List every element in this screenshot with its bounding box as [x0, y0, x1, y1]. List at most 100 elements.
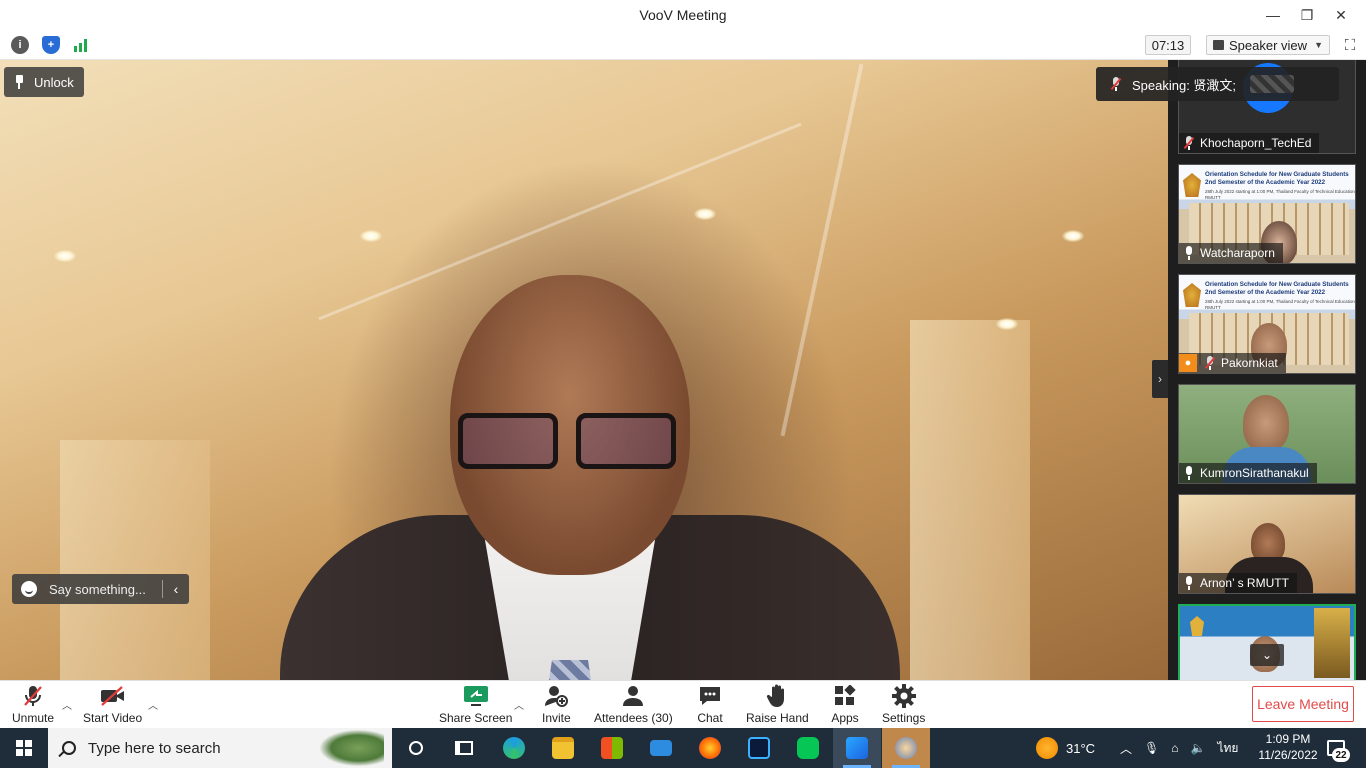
firefox-icon [699, 737, 721, 759]
windows-taskbar: Type here to search 31°C ︿ 🎙 ⌂ 🔈 ไทย 1:0… [0, 728, 1366, 768]
raise-hand-label: Raise Hand [746, 711, 809, 725]
slide-title: Orientation Schedule for New Graduate St… [1205, 171, 1349, 186]
volume-icon[interactable]: 🔈 [1191, 741, 1206, 755]
unmute-button[interactable]: Unmute [12, 684, 54, 725]
invite-label: Invite [542, 711, 571, 725]
invite-button[interactable]: Invite [542, 684, 571, 725]
store-icon [601, 737, 623, 759]
chat-placeholder[interactable]: Say something... [49, 582, 146, 597]
participant-name: KumronSirathanakul [1200, 466, 1309, 480]
signal-icon[interactable] [72, 36, 90, 54]
info-icon[interactable]: i [11, 36, 29, 54]
unmute-label: Unmute [12, 711, 55, 725]
settings-button[interactable]: Settings [882, 684, 925, 725]
add-user-icon [542, 684, 570, 708]
chevron-up-icon[interactable]: ︿ [148, 697, 158, 712]
close-button[interactable]: ✕ [1324, 0, 1358, 30]
search-icon [62, 741, 76, 755]
user-icon [619, 684, 647, 708]
attendees-button[interactable]: Attendees (30) [594, 684, 673, 725]
participant-tile[interactable]: KumronSirathanakul [1178, 384, 1356, 484]
weather-widget[interactable]: 31°C [1036, 728, 1095, 768]
chevron-up-icon[interactable]: ︿ [62, 697, 72, 712]
university-logo-icon [1183, 173, 1201, 197]
minimize-button[interactable]: — [1256, 0, 1290, 30]
edge-icon [503, 737, 525, 759]
start-button[interactable] [0, 728, 48, 768]
start-video-button[interactable]: Start Video [83, 684, 142, 725]
university-logo-icon [1190, 616, 1204, 636]
participant-tile[interactable]: ⌄ [1178, 604, 1356, 680]
weather-temp: 31°C [1066, 740, 1096, 756]
taskbar-app-store[interactable] [588, 728, 636, 768]
chevron-down-icon[interactable]: ⌄ [1250, 644, 1284, 666]
participant-name: Khochaporn_TechEd [1200, 136, 1312, 150]
raise-hand-button[interactable]: Raise Hand [746, 684, 809, 725]
restore-button[interactable]: ❐ [1290, 0, 1324, 30]
cortana-icon [409, 741, 423, 755]
notification-count: 22 [1332, 748, 1350, 762]
collapse-sidebar-button[interactable]: › [1152, 360, 1168, 398]
window-controls: — ❐ ✕ [1256, 0, 1366, 30]
mic-muted-icon [1183, 136, 1195, 150]
participant-name-bar: KumronSirathanakul [1179, 463, 1317, 483]
shield-icon[interactable]: + [42, 36, 60, 54]
unlock-label: Unlock [34, 74, 74, 90]
participant-tile[interactable]: Orientation Schedule for New Graduate St… [1178, 164, 1356, 264]
chevron-up-icon[interactable]: ︿ [514, 697, 524, 712]
search-placeholder[interactable]: Type here to search [88, 740, 221, 757]
meeting-icon [895, 737, 917, 759]
window-titlebar: VooV Meeting — ❐ ✕ [0, 0, 1366, 30]
participant-name: Watcharaporn [1200, 246, 1275, 260]
chat-input-bar[interactable]: Say something... ‹ [12, 574, 189, 604]
folder-icon [552, 737, 574, 759]
chat-button[interactable]: Chat [696, 684, 724, 725]
ceiling-light [1062, 230, 1084, 242]
windows-icon [16, 740, 32, 756]
taskbar-app-voov[interactable] [833, 728, 881, 768]
settings-label: Settings [882, 711, 926, 725]
search-highlight-image [320, 730, 384, 766]
taskbar-app-explorer[interactable] [539, 728, 587, 768]
slide-subtitle: 28th July 2022 starting at 1:00 PM, Thai… [1205, 189, 1355, 200]
ceiling-light [54, 250, 76, 262]
fullscreen-icon[interactable]: ⛶ [1341, 36, 1359, 54]
taskbar-app-firefox[interactable] [686, 728, 734, 768]
microphone-icon[interactable]: 🎙 [1144, 741, 1159, 755]
participant-sidebar[interactable]: Khochaporn_TechEd Orientation Schedule f… [1168, 60, 1366, 680]
speaking-indicator: Speaking: 贤澉文; [1096, 67, 1339, 101]
taskbar-app-webex[interactable] [735, 728, 783, 768]
language-indicator[interactable]: ไทย [1217, 739, 1238, 758]
taskbar-app-edge[interactable] [490, 728, 538, 768]
participant-name-bar: ● Pakornkiat [1179, 353, 1286, 373]
taskview-button[interactable] [440, 728, 488, 768]
mic-icon [1183, 246, 1195, 260]
taskbar-clock[interactable]: 1:09 PM 11/26/2022 [1258, 731, 1318, 763]
unlock-button[interactable]: Unlock [4, 67, 84, 97]
taskbar-app-line[interactable] [784, 728, 832, 768]
participant-name-bar: Arnon’ s RMUTT [1179, 573, 1297, 593]
apps-label: Apps [831, 711, 859, 725]
share-screen-button[interactable]: Share Screen [439, 684, 512, 725]
emoji-icon[interactable] [21, 581, 37, 597]
chat-label: Chat [697, 711, 723, 725]
weather-sun-icon [1036, 737, 1058, 759]
line-icon [797, 737, 819, 759]
participant-tile[interactable]: Orientation Schedule for New Graduate St… [1178, 274, 1356, 374]
webex-icon [748, 737, 770, 759]
notification-center-button[interactable]: 22 [1324, 736, 1350, 762]
apps-button[interactable]: Apps [831, 684, 859, 725]
taskbar-app-voov-meeting[interactable] [882, 728, 930, 768]
leave-meeting-button[interactable]: Leave Meeting [1252, 686, 1354, 722]
taskbar-app-mail[interactable] [637, 728, 685, 768]
mic-muted-icon [19, 684, 47, 708]
speaking-label: Speaking: 贤澉文; [1132, 77, 1237, 93]
video-off-icon [99, 684, 127, 708]
chevron-up-icon[interactable]: ︿ [1120, 740, 1132, 757]
share-screen-label: Share Screen [439, 711, 513, 725]
chevron-left-icon[interactable]: ‹ [163, 581, 189, 597]
participant-tile[interactable]: Arnon’ s RMUTT [1178, 494, 1356, 594]
view-mode-dropdown[interactable]: Speaker view ▼ [1206, 35, 1330, 55]
task-view-button[interactable] [392, 728, 440, 768]
network-icon[interactable]: ⌂ [1171, 741, 1178, 755]
